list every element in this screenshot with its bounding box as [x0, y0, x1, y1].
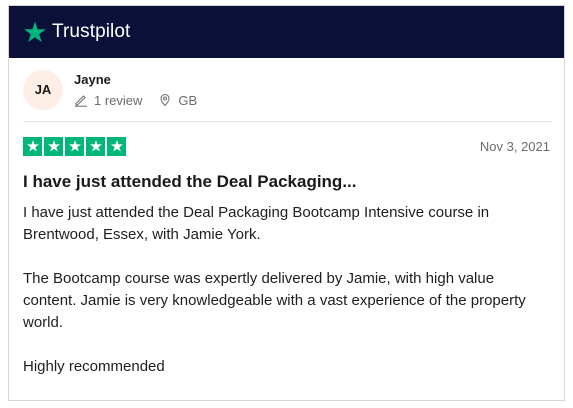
review-body: I have just attended the Deal Packaging …	[23, 202, 550, 378]
star-icon	[23, 136, 42, 156]
country-label: GB	[178, 92, 198, 108]
avatar[interactable]: JA	[23, 69, 63, 110]
review-card: Trustpilot JA Jayne 1 review GB Nov 3, 2…	[8, 5, 565, 401]
review-date: Nov 3, 2021	[479, 138, 550, 154]
review-count: 1 review	[74, 93, 142, 108]
trustpilot-logo-text[interactable]: Trustpilot	[52, 21, 130, 43]
trustpilot-star-icon	[24, 21, 46, 42]
reviewer-name[interactable]: Jayne	[74, 72, 197, 87]
star-rating	[23, 136, 126, 156]
review-count-label: 1 review	[94, 92, 143, 108]
reviewer-location: GB	[158, 93, 197, 108]
location-pin-icon	[160, 93, 170, 107]
review-paragraph: The Bootcamp course was expertly deliver…	[23, 270, 526, 331]
rating-row: Nov 3, 2021	[23, 135, 550, 157]
pencil-icon	[75, 95, 87, 107]
review-title[interactable]: I have just attended the Deal Packaging.…	[23, 172, 550, 192]
reviewer-meta: 1 review GB	[74, 93, 197, 108]
trustpilot-header: Trustpilot	[9, 6, 564, 58]
star-icon	[44, 136, 63, 156]
review-paragraph: I have just attended the Deal Packaging …	[23, 204, 490, 243]
star-icon	[65, 136, 84, 156]
reviewer-info: JA Jayne 1 review GB	[23, 58, 552, 122]
star-icon	[86, 136, 105, 156]
review-paragraph: Highly recommended	[23, 358, 165, 375]
star-icon	[107, 136, 126, 156]
